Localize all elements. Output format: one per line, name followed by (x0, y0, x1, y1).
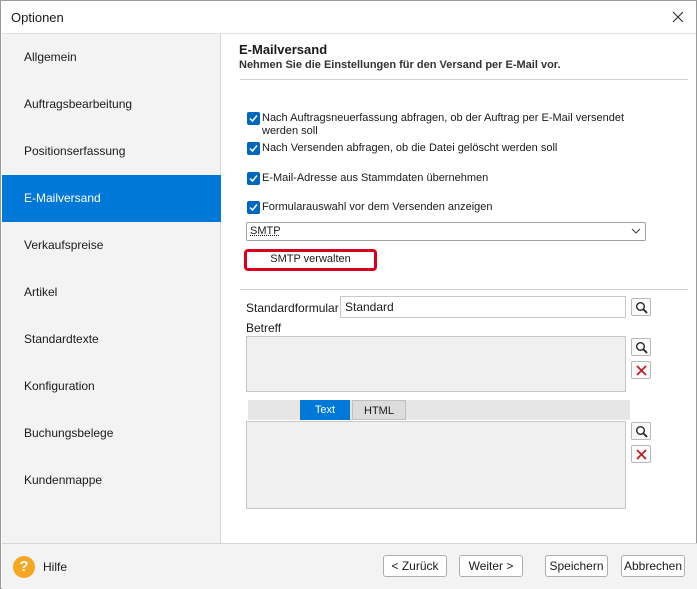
options-dialog: Optionen Allgemein Auftragsbearbeitung P… (0, 0, 697, 589)
checkmark-icon (249, 204, 258, 212)
betreff-textarea[interactable] (246, 336, 626, 392)
delete-x-icon (636, 365, 647, 376)
save-button[interactable]: Speichern (545, 555, 608, 577)
checkmark-icon (249, 175, 258, 183)
checkbox[interactable] (247, 172, 260, 185)
back-button[interactable]: < Zurück (383, 555, 447, 577)
sidebar-item-standardtexte[interactable]: Standardtexte (2, 316, 221, 363)
section-subtitle: Nehmen Sie die Einstellungen für den Ver… (239, 59, 561, 71)
standardformular-label: Standardformular (246, 301, 339, 315)
betreff-search-button[interactable] (631, 338, 651, 356)
sidebar-item-kundenmappe[interactable]: Kundenmappe (2, 457, 221, 504)
checkbox-label: Formularauswahl vor dem Versenden anzeig… (262, 201, 493, 213)
delete-x-icon (636, 449, 647, 460)
checkbox-label: Nach Auftragsneuerfassung abfragen, ob d… (262, 112, 624, 124)
standardformular-value: Standard (345, 300, 394, 314)
sidebar-item-positionserfassung[interactable]: Positionserfassung (2, 128, 221, 175)
chevron-down-icon (631, 228, 641, 234)
sidebar-item-allgemein[interactable]: Allgemein (2, 34, 221, 81)
smtp-select-value: SMTP (250, 225, 281, 237)
close-button[interactable] (666, 5, 690, 29)
help-icon[interactable]: ? (13, 556, 35, 578)
checkmark-icon (249, 115, 258, 123)
tab-strip: Text HTML (248, 400, 630, 420)
standardformular-search-button[interactable] (631, 298, 651, 316)
smtp-select[interactable]: SMTP (246, 222, 646, 241)
divider (240, 79, 688, 80)
sidebar-item-buchungsbelege[interactable]: Buchungsbelege (2, 410, 221, 457)
checkbox-label-continued: werden soll (262, 125, 318, 137)
close-icon (672, 11, 684, 23)
checkbox[interactable] (247, 201, 260, 214)
tab-text[interactable]: Text (300, 400, 350, 420)
checkbox[interactable] (247, 112, 260, 125)
settings-panel: E-Mailversand Nehmen Sie die Einstellung… (222, 33, 696, 543)
betreff-label: Betreff (246, 321, 282, 335)
checkbox-label: E-Mail-Adresse aus Stammdaten übernehmen (262, 172, 489, 184)
tab-html[interactable]: HTML (352, 400, 406, 420)
search-icon (636, 302, 648, 314)
sidebar-item-artikel[interactable]: Artikel (2, 269, 221, 316)
section-title: E-Mailversand (239, 42, 328, 57)
standardformular-field[interactable]: Standard (340, 296, 626, 318)
checkmark-icon (249, 145, 258, 153)
next-button[interactable]: Weiter > (459, 555, 523, 577)
betreff-delete-button[interactable] (631, 361, 651, 379)
window-title: Optionen (11, 10, 64, 25)
sidebar-item-verkaufspreise[interactable]: Verkaufspreise (2, 222, 221, 269)
smtp-manage-button[interactable]: SMTP verwalten (244, 249, 377, 271)
checkbox[interactable] (247, 142, 260, 155)
help-label[interactable]: Hilfe (43, 560, 67, 574)
title-bar: Optionen (1, 1, 696, 33)
sidebar-item-auftragsbearbeitung[interactable]: Auftragsbearbeitung (2, 81, 221, 128)
body-search-button[interactable] (631, 422, 651, 440)
body-delete-button[interactable] (631, 445, 651, 463)
search-icon (636, 426, 648, 438)
sidebar-item-konfiguration[interactable]: Konfiguration (2, 363, 221, 410)
body-textarea[interactable] (246, 421, 626, 509)
search-icon (636, 342, 648, 354)
sidebar: Allgemein Auftragsbearbeitung Positionse… (2, 33, 221, 543)
dialog-footer: ? Hilfe < Zurück Weiter > Speichern Abbr… (2, 543, 697, 589)
checkbox-label: Nach Versenden abfragen, ob die Datei ge… (262, 142, 558, 154)
sidebar-item-e-mailversand[interactable]: E-Mailversand (2, 175, 221, 222)
divider (240, 289, 688, 290)
cancel-button[interactable]: Abbrechen (621, 555, 685, 577)
